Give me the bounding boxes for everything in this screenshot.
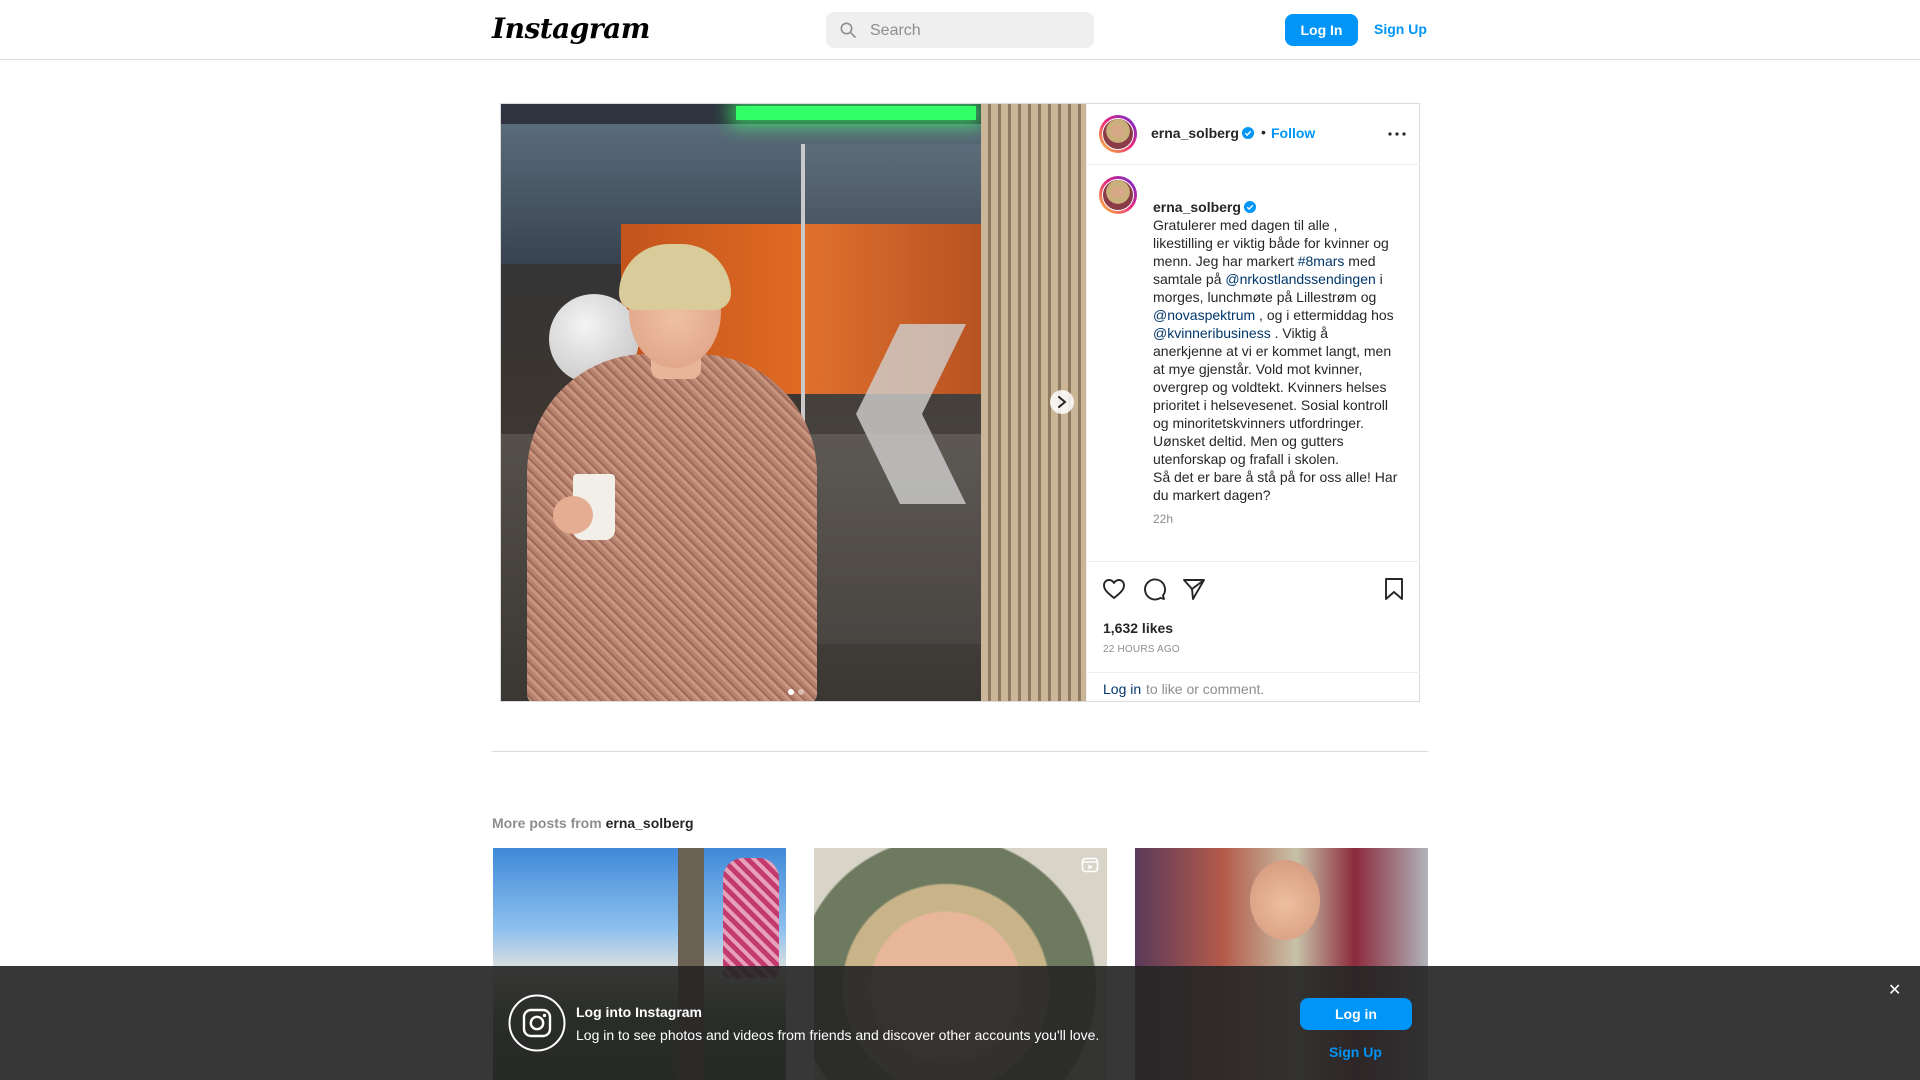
thumbnail-person <box>723 858 779 978</box>
caption-username[interactable]: erna_solberg <box>1153 199 1256 215</box>
caption-avatar[interactable] <box>1099 176 1137 214</box>
share-send-icon[interactable] <box>1181 576 1207 602</box>
header-separator: • <box>1261 124 1266 140</box>
more-posts-heading: More posts from erna_solberg <box>492 815 694 831</box>
caption-text: erna_solberg Gratulerer med dagen til al… <box>1153 180 1398 504</box>
photo-person-hand <box>553 496 593 534</box>
post-timestamp: 22 HOURS AGO <box>1103 644 1180 655</box>
carousel-dot-active <box>788 689 794 695</box>
banner-login-button[interactable]: Log in <box>1300 998 1412 1030</box>
author-username[interactable]: erna_solberg <box>1151 125 1254 141</box>
post-header: erna_solberg • Follow <box>1087 104 1420 165</box>
author-avatar[interactable] <box>1099 115 1137 153</box>
search-box[interactable] <box>826 12 1094 50</box>
banner-title: Log into Instagram <box>576 1004 702 1020</box>
search-icon <box>840 22 856 38</box>
thumbnail-person <box>1250 860 1320 940</box>
post-media[interactable] <box>501 104 1086 701</box>
banner-signup-link[interactable]: Sign Up <box>1329 1044 1382 1060</box>
post-card: erna_solberg • Follow erna_solberg Gratu… <box>500 103 1420 702</box>
caption-text-segment: , og i ettermiddag hos <box>1255 307 1394 323</box>
reel-icon <box>1081 857 1099 873</box>
hashtag-link[interactable]: #8mars <box>1298 253 1345 269</box>
carousel-next-button[interactable] <box>1050 390 1074 414</box>
post-side-panel: erna_solberg • Follow erna_solberg Gratu… <box>1086 104 1420 701</box>
search-input[interactable] <box>868 12 1088 50</box>
login-to-comment: Log in to like or comment. <box>1087 672 1420 703</box>
close-icon[interactable]: ✕ <box>1888 980 1901 1000</box>
verified-badge-icon <box>1243 201 1256 213</box>
chevron-right-icon <box>1058 396 1067 408</box>
more-options-icon[interactable] <box>1387 126 1407 142</box>
mention-link[interactable]: @nrkostlandssendingen <box>1225 271 1375 287</box>
mention-link[interactable]: @kvinneribusiness <box>1153 325 1271 341</box>
post-actions: 1,632 likes 22 HOURS AGO Log in to like … <box>1087 561 1420 702</box>
likes-count[interactable]: 1,632 likes <box>1103 620 1173 636</box>
comment-icon[interactable] <box>1141 576 1167 602</box>
login-link[interactable]: Log in <box>1103 681 1141 697</box>
post-caption: erna_solberg Gratulerer med dagen til al… <box>1087 164 1420 564</box>
caption-timestamp: 22h <box>1153 512 1174 526</box>
caption-text-segment: . Viktig å anerkjenne at vi er kommet la… <box>1153 325 1398 503</box>
carousel-dots <box>786 682 806 700</box>
more-posts-username[interactable]: erna_solberg <box>606 815 694 831</box>
like-heart-icon[interactable] <box>1101 576 1127 602</box>
carousel-dot <box>798 689 804 695</box>
instagram-logo[interactable]: Instagram <box>492 12 650 45</box>
save-bookmark-icon[interactable] <box>1381 576 1407 602</box>
instagram-logo-icon <box>508 994 566 1052</box>
login-prompt-text: to like or comment. <box>1146 681 1265 697</box>
top-navbar: Instagram Log In Sign Up <box>0 0 1920 60</box>
follow-button[interactable]: Follow <box>1271 125 1315 141</box>
login-banner: Log into Instagram Log in to see photos … <box>0 966 1920 1080</box>
login-button[interactable]: Log In <box>1285 14 1358 46</box>
signup-link[interactable]: Sign Up <box>1374 21 1427 37</box>
photo-green-light <box>736 106 976 120</box>
section-divider <box>492 751 1428 752</box>
mention-link[interactable]: @novaspektrum <box>1153 307 1255 323</box>
verified-badge-icon <box>1241 127 1254 139</box>
banner-subtitle: Log in to see photos and videos from fri… <box>576 1027 1100 1043</box>
